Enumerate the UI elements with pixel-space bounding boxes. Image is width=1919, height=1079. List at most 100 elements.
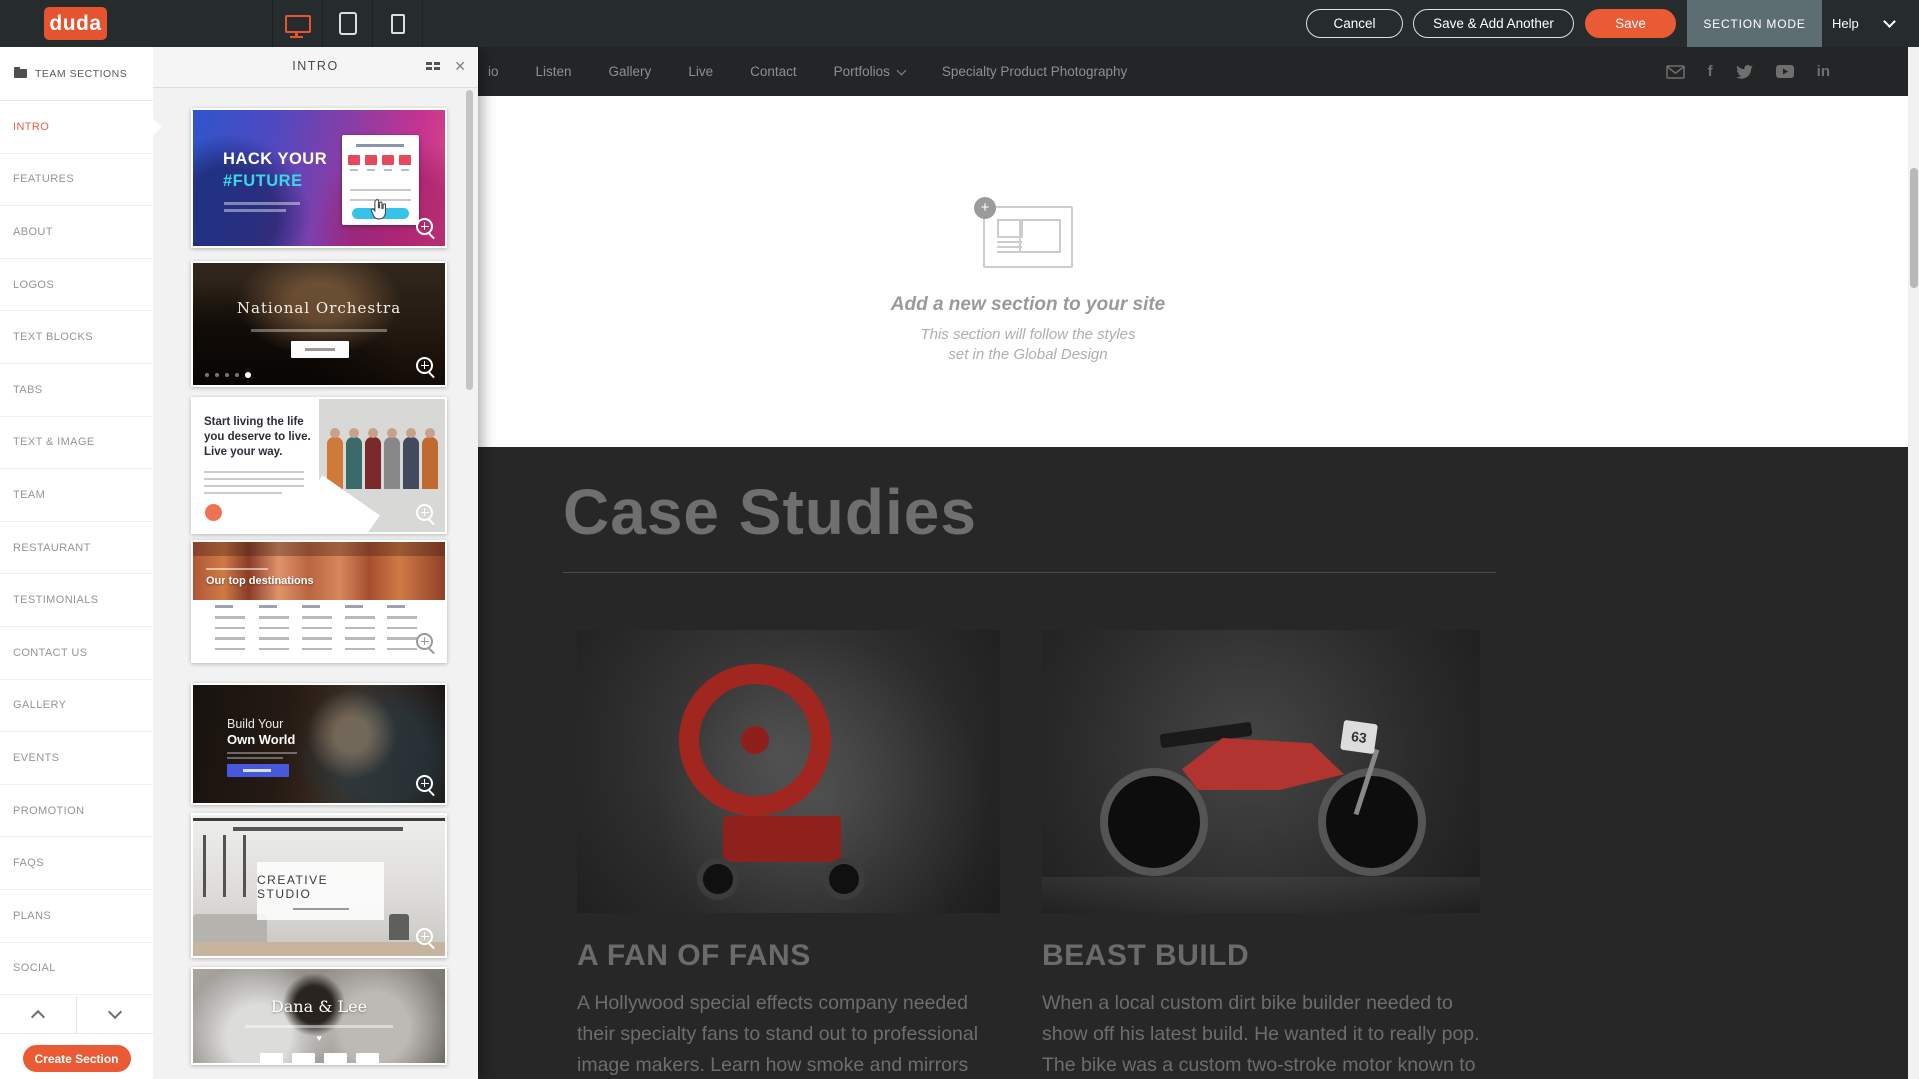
zoom-preview-icon[interactable]: [416, 357, 437, 378]
add-section-placeholder[interactable]: + Add a new section to your site This se…: [853, 206, 1203, 365]
zoom-preview-icon[interactable]: [416, 504, 437, 525]
thumb-title: CREATIVE STUDIO: [257, 873, 384, 901]
close-icon[interactable]: ✕: [454, 58, 466, 75]
placeholder-line1: This section will follow the styles: [853, 325, 1203, 345]
tablet-view-button[interactable]: [322, 0, 372, 47]
sidebar-item-plans[interactable]: PLANS: [0, 890, 153, 943]
layout-toggle-icon[interactable]: [426, 62, 440, 70]
case-study-card: A FAN OF FANS A Hollywood special effect…: [577, 630, 1000, 1079]
heart-icon: ♥: [193, 1033, 445, 1043]
template-thumbnail-hack-your-future[interactable]: HACK YOUR #FUTURE: [191, 108, 447, 248]
scroll-down-button[interactable]: [77, 995, 153, 1033]
sofa-shape: [193, 914, 267, 942]
sidebar-item-restaurant[interactable]: RESTAURANT: [0, 522, 153, 575]
facebook-icon[interactable]: f: [1708, 63, 1713, 80]
cta-button-shape: [291, 341, 349, 358]
email-icon[interactable]: [1666, 65, 1685, 79]
nav-item-portfolios-label: Portfolios: [834, 64, 890, 79]
card-text: When a local custom dirt bike builder ne…: [1042, 988, 1480, 1079]
cta-button-shape: [227, 764, 289, 777]
sidebar-item-label: TEXT & IMAGE: [13, 436, 95, 448]
sidebar-item-about[interactable]: ABOUT: [0, 206, 153, 259]
tablet-icon: [339, 12, 357, 35]
nav-item-live[interactable]: Live: [688, 64, 713, 79]
thumbnail-art: CREATIVE STUDIO: [193, 815, 445, 956]
template-thumbnail-top-destinations[interactable]: Our top destinations: [191, 540, 447, 663]
help-label: Help: [1832, 16, 1859, 31]
thumb-title: Our top destinations: [206, 575, 314, 587]
sidebar-item-gallery[interactable]: GALLERY: [0, 680, 153, 733]
thumb-title: Dana & Lee: [193, 997, 445, 1016]
template-thumbnail-live-your-way[interactable]: Start living the life you deserve to liv…: [191, 397, 447, 534]
sidebar-item-contact-us[interactable]: CONTACT US: [0, 627, 153, 680]
nav-item-listen[interactable]: Listen: [536, 64, 572, 79]
sidebar-item-intro[interactable]: INTRO: [0, 101, 153, 154]
youtube-icon[interactable]: [1776, 65, 1794, 78]
mobile-view-button[interactable]: [372, 0, 423, 47]
sidebar-item-logos[interactable]: LOGOS: [0, 259, 153, 312]
sidebar-item-social[interactable]: SOCIAL: [0, 943, 153, 996]
bike-wheel-shape: [1318, 768, 1426, 876]
sidebar-item-label: RESTAURANT: [13, 542, 91, 554]
social-links: f in: [1666, 47, 1830, 96]
save-button[interactable]: Save: [1585, 9, 1676, 38]
thumb-title: National Orchestra: [193, 299, 445, 317]
nav-item-portfolios[interactable]: Portfolios: [834, 64, 905, 79]
link-column: [345, 605, 375, 658]
sidebar-item-label: FEATURES: [13, 173, 74, 185]
page-scrollbar-track[interactable]: [1908, 47, 1919, 1079]
template-thumbnail-dana-and-lee[interactable]: Dana & Lee ♥: [191, 967, 447, 1065]
zoom-preview-icon[interactable]: [416, 928, 437, 949]
nav-item-contact[interactable]: Contact: [750, 64, 797, 79]
nav-item-truncated[interactable]: io: [488, 64, 499, 79]
thumb-title-line1: Build Your: [227, 717, 283, 731]
zoom-preview-icon[interactable]: [416, 218, 437, 239]
folder-icon: [14, 69, 27, 78]
template-thumbnail-build-your-own-world[interactable]: Build Your Own World: [191, 683, 447, 805]
chevron-down-icon: [108, 1005, 122, 1019]
sidebar-item-label: SOCIAL: [13, 962, 56, 974]
desktop-icon: [285, 15, 311, 33]
nav-item-specialty[interactable]: Specialty Product Photography: [942, 64, 1127, 79]
sidebar-item-promotion[interactable]: PROMOTION: [0, 785, 153, 838]
fan-machine-image: [577, 630, 1000, 913]
chevron-down-icon: [896, 65, 906, 75]
overlay-card: CREATIVE STUDIO: [257, 862, 384, 920]
cancel-button[interactable]: Cancel: [1306, 9, 1403, 38]
page-scrollbar-thumb[interactable]: [1910, 168, 1918, 288]
app-root: io Listen Gallery Live Contact Portfolio…: [0, 0, 1919, 1079]
empty-section-zone: + Add a new section to your site This se…: [478, 96, 1908, 447]
sidebar-item-label: EVENTS: [13, 752, 59, 764]
sidebar-item-text-blocks[interactable]: TEXT BLOCKS: [0, 311, 153, 364]
sidebar-item-faqs[interactable]: FAQS: [0, 837, 153, 890]
sidebar-item-events[interactable]: EVENTS: [0, 732, 153, 785]
sidebar-item-features[interactable]: FEATURES: [0, 154, 153, 207]
create-section-button[interactable]: Create Section: [23, 1045, 131, 1072]
panel-header: INTRO ✕: [153, 47, 478, 88]
sidebar-item-label: PLANS: [13, 910, 51, 922]
sidebar-item-testimonials[interactable]: TESTIMONIALS: [0, 574, 153, 627]
nav-item-gallery[interactable]: Gallery: [609, 64, 652, 79]
sidebar-item-tabs[interactable]: TABS: [0, 364, 153, 417]
sidebar-item-text-image[interactable]: TEXT & IMAGE: [0, 417, 153, 470]
template-thumbnail-national-orchestra[interactable]: National Orchestra: [191, 261, 447, 387]
countdown-digits: [348, 155, 411, 165]
duda-logo[interactable]: duda: [44, 7, 107, 40]
template-thumbnail-creative-studio[interactable]: CREATIVE STUDIO: [191, 813, 447, 958]
desktop-view-button[interactable]: [272, 0, 322, 47]
ceiling-beam: [233, 827, 403, 831]
panel-scrollbar-thumb[interactable]: [466, 90, 473, 390]
case-studies-section: Case Studies A FAN OF FANS A Hollywood s…: [478, 447, 1908, 1079]
zoom-preview-icon[interactable]: [416, 633, 437, 654]
floor-shape: [193, 942, 445, 956]
linkedin-icon[interactable]: in: [1817, 63, 1830, 80]
thumb-title-line2: Own World: [227, 732, 295, 747]
thumbnail-art: HACK YOUR #FUTURE: [193, 110, 445, 246]
save-add-another-button[interactable]: Save & Add Another: [1413, 9, 1574, 38]
scroll-up-button[interactable]: [0, 995, 77, 1033]
help-menu[interactable]: Help: [1832, 0, 1894, 47]
twitter-icon[interactable]: [1736, 65, 1753, 79]
sidebar-item-team[interactable]: TEAM: [0, 469, 153, 522]
zoom-preview-icon[interactable]: [416, 775, 437, 796]
sidebar-item-label: ABOUT: [13, 226, 53, 238]
